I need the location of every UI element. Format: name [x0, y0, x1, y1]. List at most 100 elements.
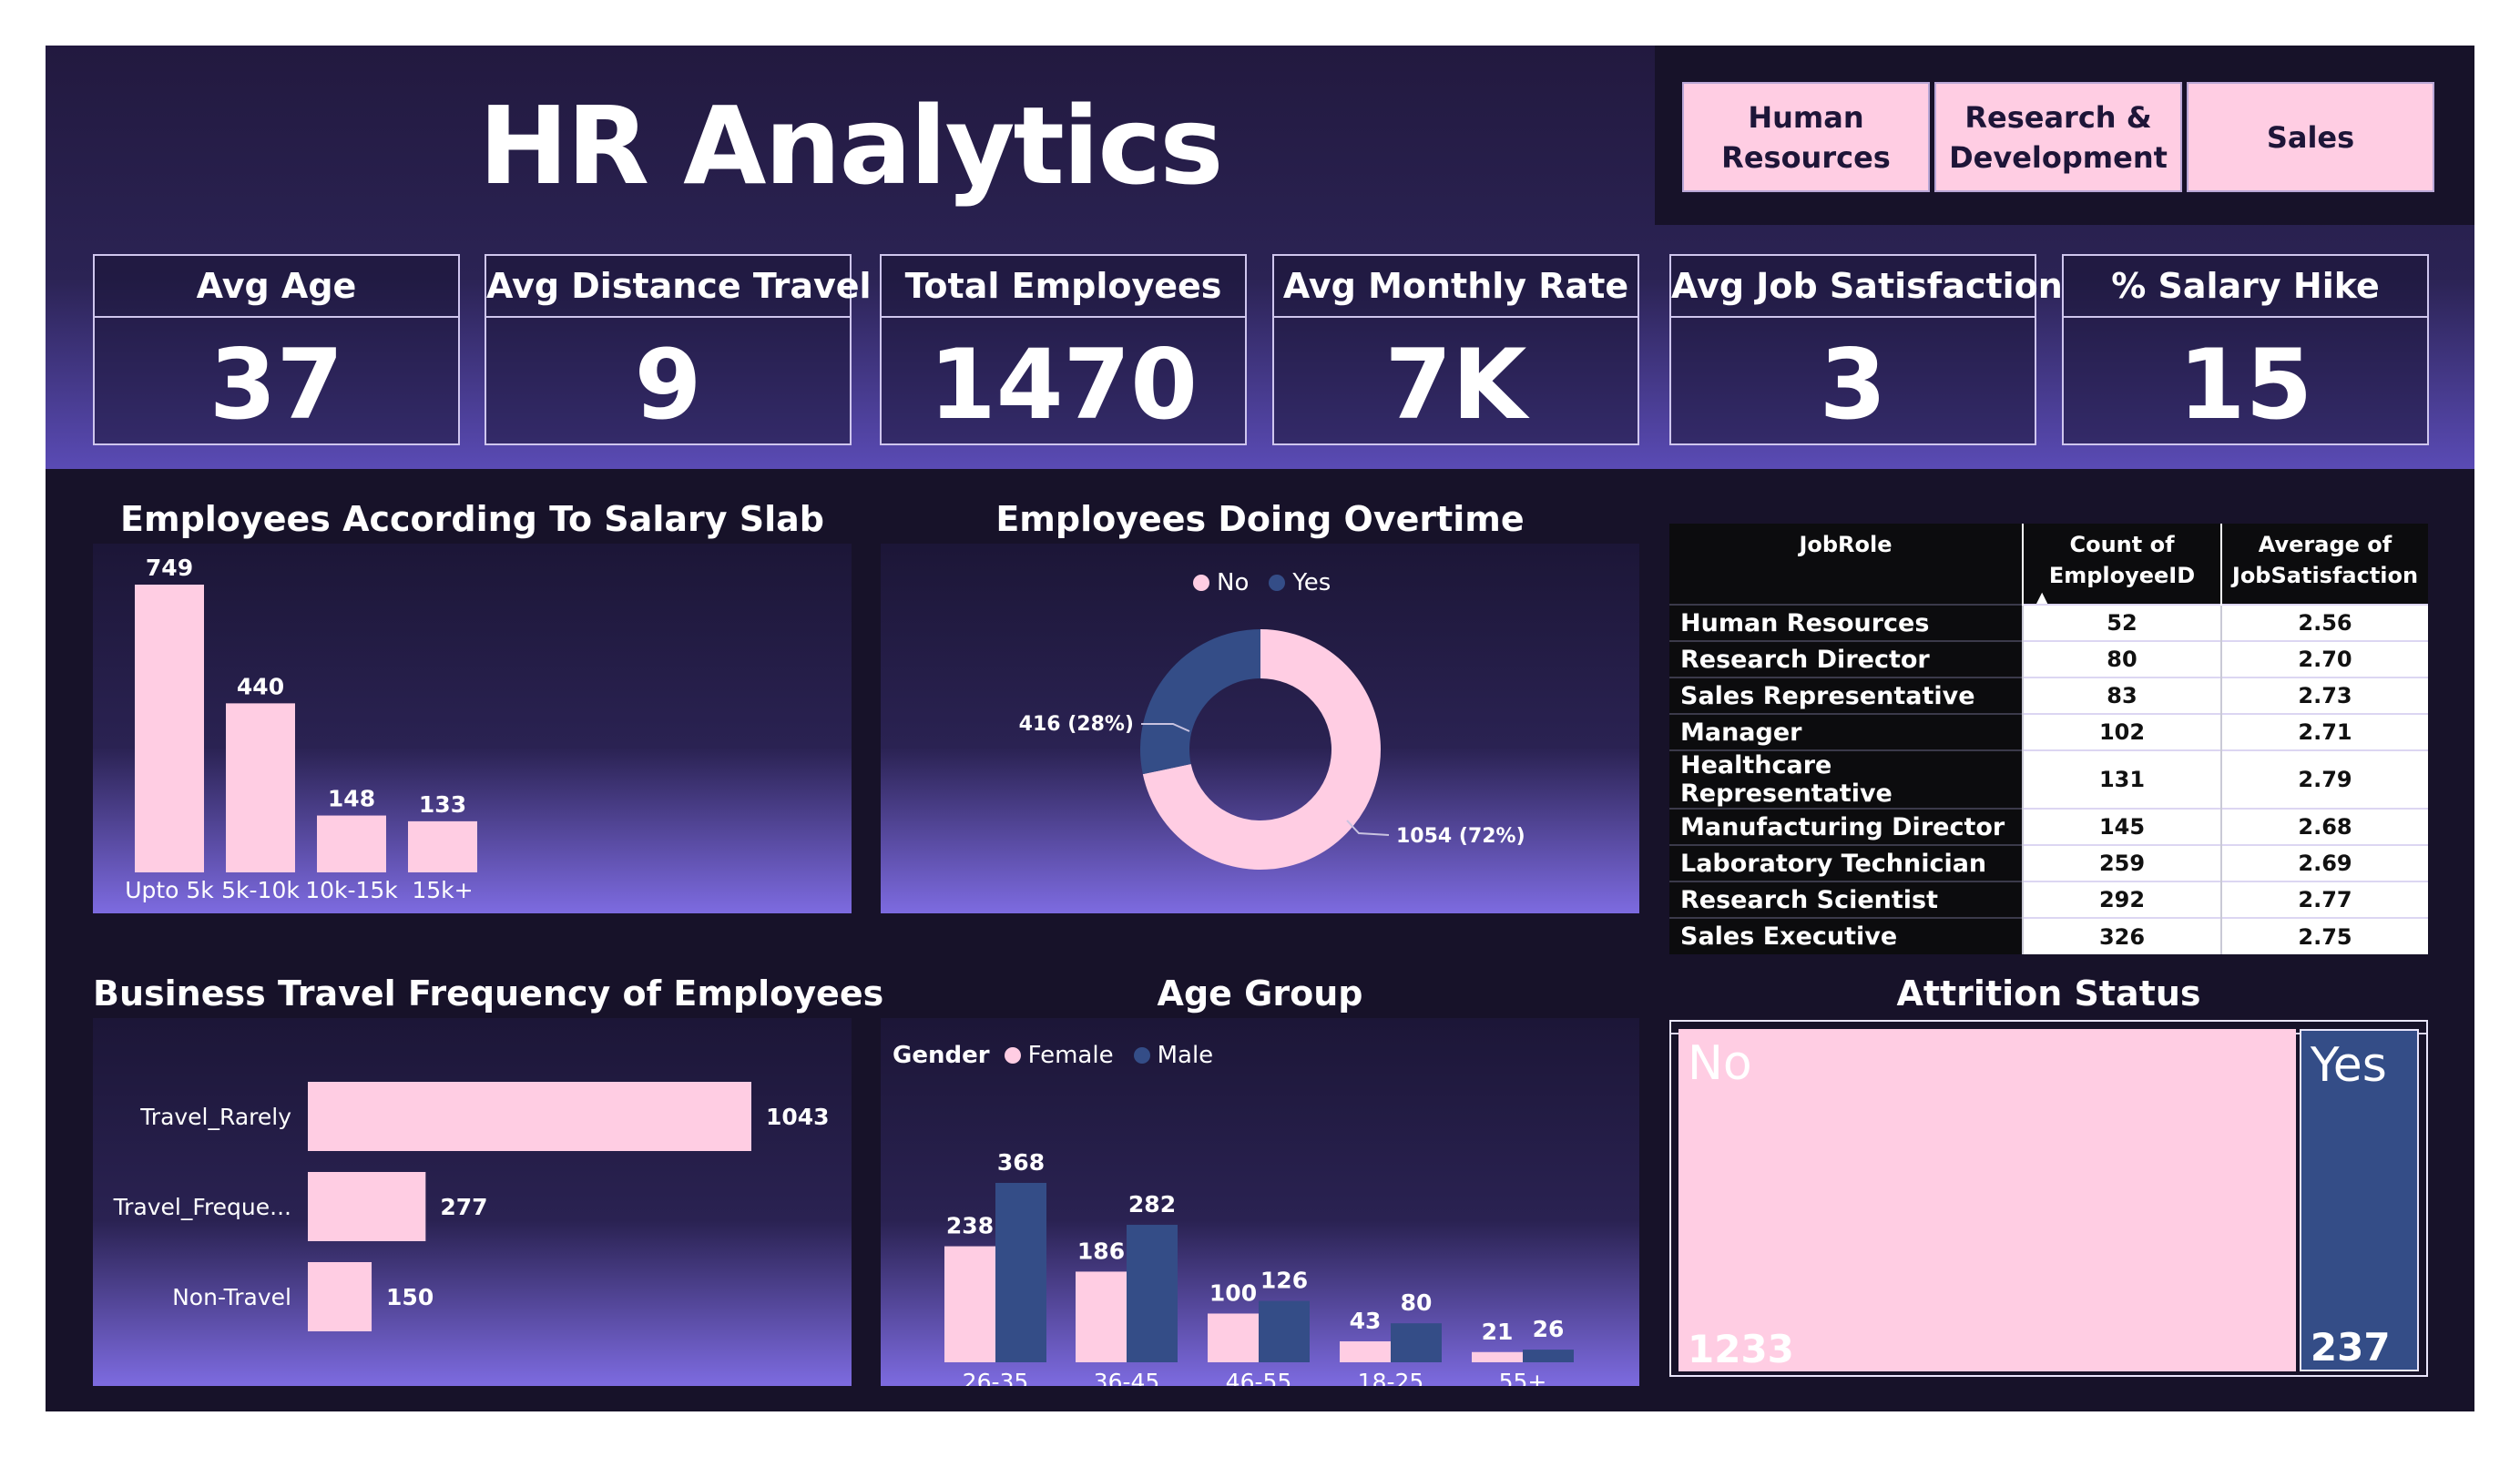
bar — [308, 1082, 751, 1151]
table-row[interactable]: Healthcare Representative 131 2.79 — [1669, 749, 2428, 809]
table-row[interactable]: Manager 102 2.71 — [1669, 713, 2428, 750]
avg-satisfaction-cell: 2.68 — [2220, 808, 2428, 845]
table-row[interactable]: Research Scientist 292 2.77 — [1669, 881, 2428, 918]
count-cell: 259 — [2022, 844, 2221, 881]
treemap-value-yes: 237 — [2310, 1325, 2391, 1370]
count-cell: 52 — [2022, 604, 2221, 641]
count-cell: 80 — [2022, 640, 2221, 678]
treemap-value-no: 1233 — [1688, 1327, 1794, 1371]
column-header-jobrole[interactable]: JobRole — [1669, 524, 2023, 605]
department-slicer: Human Resources Research & Development S… — [1655, 46, 2474, 225]
salary-slab-chart: 749 Upto 5k 440 5k-10k 148 10k-15k 133 15k+ — [125, 555, 477, 903]
jobrole-table-body: Human Resources 52 2.56 Research Director 80… — [1669, 604, 2428, 954]
data-label: 133 — [419, 791, 466, 818]
data-label: 440 — [237, 673, 284, 699]
kpi-label: % Salary Hike — [2064, 256, 2427, 318]
data-label: 80 — [1401, 1289, 1433, 1316]
x-tick-label: 36-45 — [1094, 1369, 1160, 1386]
jobrole-cell: Sales Representative — [1669, 677, 2023, 714]
slicer-sales[interactable]: Sales — [2187, 82, 2434, 192]
avg-satisfaction-cell: 2.69 — [2220, 844, 2428, 881]
jobrole-cell: Healthcare Representative — [1669, 749, 2023, 809]
table-row[interactable]: Manufacturing Director 145 2.68 — [1669, 808, 2428, 845]
data-label: 43 — [1350, 1308, 1382, 1334]
data-label: 26 — [1533, 1316, 1565, 1342]
kpi-avg-age: Avg Age 37 — [93, 254, 460, 445]
attrition-treemap: No 1233 Yes 237 — [1669, 1020, 2428, 1377]
treemap-label-no: No — [1688, 1036, 1752, 1091]
jobrole-cell: Manufacturing Director — [1669, 808, 2023, 845]
kpi-value: 3 — [1819, 329, 1887, 441]
kpi-avg-monthly-rate: Avg Monthly Rate 7K — [1272, 254, 1639, 445]
avg-satisfaction-cell: 2.75 — [2220, 917, 2428, 954]
count-cell: 292 — [2022, 881, 2221, 918]
dashboard-canvas: HR Analytics Human Resources Research & … — [46, 46, 2474, 1411]
table-row[interactable]: Human Resources 52 2.56 — [1669, 604, 2428, 641]
kpi-value: 15 — [2178, 329, 2313, 441]
kpi-label: Avg Age — [95, 256, 458, 318]
data-label: 150 — [386, 1284, 434, 1310]
travel-panel: 1043 Travel_Rarely 277 Travel_Freque... 150 N… — [93, 1018, 852, 1386]
donut-slice — [1140, 629, 1260, 775]
jobrole-cell: Research Scientist — [1669, 881, 2023, 918]
treemap-cell-no[interactable]: No 1233 — [1678, 1029, 2296, 1371]
kpi-label: Avg Monthly Rate — [1274, 256, 1637, 318]
table-row[interactable]: Research Director 80 2.70 — [1669, 640, 2428, 678]
data-label: 126 — [1260, 1268, 1308, 1294]
x-tick-label: 5k-10k — [221, 877, 300, 903]
x-tick-label: 26-35 — [963, 1369, 1029, 1386]
bar — [1391, 1323, 1442, 1362]
age-group-panel: Gender Female Male 238 368 26-35 186 282 36-4… — [881, 1018, 1639, 1386]
treemap-label-yes: Yes — [2310, 1038, 2387, 1093]
table-row[interactable]: Laboratory Technician 259 2.69 — [1669, 844, 2428, 881]
count-cell: 131 — [2022, 749, 2221, 809]
avg-satisfaction-cell: 2.79 — [2220, 749, 2428, 809]
kpi-value: 9 — [634, 329, 702, 441]
kpi-value: 37 — [209, 329, 344, 441]
data-label: 186 — [1077, 1238, 1125, 1264]
kpi-avg-distance-travel: Avg Distance Travel 9 — [485, 254, 872, 445]
bar — [1340, 1340, 1391, 1362]
column-header-avg-satisfaction[interactable]: Average of JobSatisfaction — [2220, 524, 2428, 605]
salary-slab-panel: 749 Upto 5k 440 5k-10k 148 10k-15k 133 15k+ — [93, 544, 852, 913]
bar — [226, 703, 295, 872]
count-cell: 145 — [2022, 808, 2221, 845]
table-row[interactable]: Sales Representative 83 2.73 — [1669, 677, 2428, 714]
y-tick-label: Travel_Freque... — [113, 1194, 291, 1220]
data-label: 277 — [440, 1194, 487, 1220]
x-tick-label: 55+ — [1499, 1369, 1547, 1386]
treemap-cell-yes[interactable]: Yes 237 — [2299, 1029, 2419, 1371]
bar — [1208, 1313, 1259, 1362]
kpi-value: 7K — [1384, 329, 1527, 441]
bar — [1259, 1300, 1310, 1362]
data-label: 148 — [328, 786, 375, 812]
jobrole-cell: Laboratory Technician — [1669, 844, 2023, 881]
avg-satisfaction-cell: 2.73 — [2220, 677, 2428, 714]
travel-frequency-chart: 1043 Travel_Rarely 277 Travel_Freque... 150 N… — [113, 1082, 830, 1331]
bar — [944, 1246, 995, 1362]
data-label: 100 — [1209, 1279, 1257, 1306]
kpi-label: Avg Distance Travel — [486, 256, 872, 318]
slicer-human-resources[interactable]: Human Resources — [1682, 82, 1930, 192]
count-cell: 83 — [2022, 677, 2221, 714]
bar — [317, 815, 386, 872]
bar — [135, 585, 204, 872]
bar — [408, 820, 477, 872]
x-tick-label: 15k+ — [412, 877, 473, 903]
data-label: 1054 (72%) — [1396, 825, 1525, 848]
data-label: 416 (28%) — [1019, 713, 1134, 736]
slicer-research-development[interactable]: Research & Development — [1934, 82, 2182, 192]
x-tick-label: 10k-15k — [305, 877, 398, 903]
column-header-count[interactable]: Count of EmployeeID ▲ — [2022, 524, 2221, 606]
kpi-value: 1470 — [928, 329, 1199, 441]
y-tick-label: Travel_Rarely — [139, 1104, 291, 1130]
sort-ascending-icon: ▲ — [2036, 588, 2048, 606]
count-cell: 102 — [2022, 713, 2221, 750]
data-label: 238 — [946, 1213, 994, 1239]
dashboard-title: HR Analytics — [478, 83, 1223, 209]
kpi-total-employees: Total Employees 1470 — [880, 254, 1247, 445]
jobrole-cell: Manager — [1669, 713, 2023, 750]
table-row[interactable]: Sales Executive 326 2.75 — [1669, 917, 2428, 954]
avg-satisfaction-cell: 2.77 — [2220, 881, 2428, 918]
avg-satisfaction-cell: 2.70 — [2220, 640, 2428, 678]
